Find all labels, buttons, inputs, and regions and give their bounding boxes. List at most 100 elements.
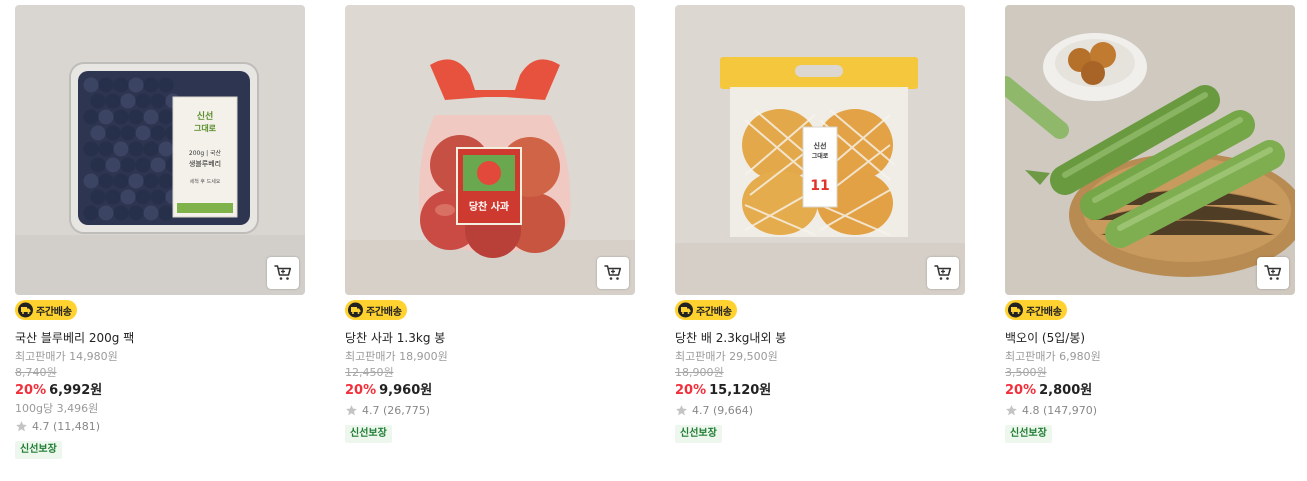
add-to-cart-button[interactable]	[597, 257, 629, 289]
blueberry	[143, 205, 159, 221]
weekly-delivery-badge: 주간배송	[345, 300, 407, 320]
add-to-cart-button[interactable]	[267, 257, 299, 289]
blueberry	[135, 93, 151, 109]
rating-text: 4.7 (26,775)	[362, 404, 431, 417]
blueberry	[150, 93, 166, 109]
badge-label: 주간배송	[366, 306, 402, 318]
discount-rate: 20%	[675, 383, 707, 398]
add-to-cart-button[interactable]	[927, 257, 959, 289]
star-icon	[1006, 405, 1017, 416]
package-label: 200g | 국산	[189, 149, 222, 157]
discount-rate: 20%	[15, 383, 47, 398]
badge-label: 주간배송	[1026, 306, 1062, 318]
product-name[interactable]: 백오이 (5입/봉)	[1005, 330, 1295, 346]
fresh-guarantee-tag: 신선보장	[1005, 425, 1052, 443]
product-card[interactable]: 당찬 사과 주간배송 당찬 사과 1.3kg 봉 최고판매가 18,900원 1…	[345, 5, 635, 443]
delivery-truck-icon	[678, 302, 693, 318]
sale-price: 6,992원	[49, 383, 103, 398]
product-grid: 신선 그대로 200g | 국산 생블루베리 세척 후 드세요 주간배송 국산 …	[15, 5, 1295, 475]
blueberry	[90, 157, 106, 173]
blueberry	[158, 173, 174, 189]
cart-icon	[934, 265, 952, 280]
blueberry	[90, 125, 106, 141]
blueberry	[158, 77, 174, 93]
blueberry	[143, 173, 159, 189]
package-label: 당찬 사과	[469, 200, 510, 213]
package-label: 11	[810, 178, 829, 194]
star-icon	[676, 405, 687, 416]
unit-price: 100g당 3,496원	[15, 402, 99, 415]
blueberry	[105, 93, 121, 109]
product-name[interactable]: 당찬 배 2.3kg내외 봉	[675, 330, 965, 346]
weekly-delivery-badge: 주간배송	[1005, 300, 1067, 320]
blueberry	[83, 141, 99, 157]
add-to-cart-button[interactable]	[1257, 257, 1289, 289]
blueberry	[135, 157, 151, 173]
rating: 4.8 (147,970)	[1005, 403, 1295, 418]
package-label: 신선	[197, 110, 214, 122]
blueberry	[113, 141, 129, 157]
price-row: 20% 2,800원	[1005, 382, 1295, 400]
strike-price: 8,740원	[15, 366, 57, 379]
product-card[interactable]: 주간배송 백오이 (5입/봉) 최고판매가 6,980원 3,500원 20% 2…	[1005, 5, 1295, 443]
product-card[interactable]: 신선 그대로 11 주간배송 당찬 배 2.3kg내외 봉 최고판매가 29,5…	[675, 5, 965, 443]
product-image[interactable]	[1005, 5, 1295, 295]
fresh-guarantee-tag: 신선보장	[675, 425, 722, 443]
blueberry	[98, 205, 114, 221]
strike-price: 3,500원	[1005, 366, 1047, 379]
delivery-truck-icon	[18, 302, 33, 318]
blueberry	[128, 141, 144, 157]
blueberry	[83, 173, 99, 189]
product-card[interactable]: 신선 그대로 200g | 국산 생블루베리 세척 후 드세요 주간배송 국산 …	[15, 5, 305, 459]
blueberry	[135, 189, 151, 205]
weekly-delivery-badge: 주간배송	[15, 300, 77, 320]
blueberry	[113, 173, 129, 189]
blueberry	[135, 125, 151, 141]
package-label: 생블루베리	[189, 159, 221, 168]
package-label: 세척 후 드세요	[190, 178, 221, 185]
star-icon	[16, 421, 27, 432]
badge-label: 주간배송	[696, 306, 732, 318]
delivery-truck-icon	[348, 302, 363, 318]
blueberry	[90, 189, 106, 205]
product-image[interactable]: 신선 그대로 200g | 국산 생블루베리 세척 후 드세요	[15, 5, 305, 295]
blueberry	[128, 205, 144, 221]
price-row: 20% 15,120원	[675, 382, 965, 400]
product-photo: 당찬 사과	[345, 5, 635, 295]
strike-price: 12,450원	[345, 366, 394, 379]
blueberry	[128, 77, 144, 93]
blueberry	[113, 109, 129, 125]
discount-rate: 20%	[345, 383, 377, 398]
weekly-delivery-badge: 주간배송	[675, 300, 737, 320]
blueberry	[98, 141, 114, 157]
product-photo: 신선 그대로 11	[675, 5, 965, 295]
cart-icon	[1264, 265, 1282, 280]
original-price: 최고판매가 29,500원	[675, 350, 778, 363]
sale-price: 15,120원	[709, 383, 772, 398]
original-price: 최고판매가 6,980원	[1005, 350, 1101, 363]
blueberry	[120, 93, 136, 109]
blueberry	[128, 109, 144, 125]
blueberry	[98, 77, 114, 93]
rating-text: 4.8 (147,970)	[1022, 404, 1098, 417]
blueberry	[150, 157, 166, 173]
blueberry	[105, 189, 121, 205]
product-image[interactable]: 당찬 사과	[345, 5, 635, 295]
price-row: 20% 6,992원	[15, 382, 305, 400]
product-name[interactable]: 당찬 사과 1.3kg 봉	[345, 330, 635, 346]
blueberry	[158, 141, 174, 157]
blueberry	[113, 205, 129, 221]
package-label: 신선	[814, 141, 827, 150]
original-price: 최고판매가 18,900원	[345, 350, 448, 363]
star-icon	[346, 405, 357, 416]
rating: 4.7 (11,481)	[15, 419, 305, 434]
discount-rate: 20%	[1005, 383, 1037, 398]
rating: 4.7 (9,664)	[675, 403, 965, 418]
product-image[interactable]: 신선 그대로 11	[675, 5, 965, 295]
fresh-guarantee-tag: 신선보장	[15, 441, 62, 459]
cart-icon	[274, 265, 292, 280]
product-name[interactable]: 국산 블루베리 200g 팩	[15, 330, 305, 346]
blueberry	[105, 125, 121, 141]
blueberry	[143, 77, 159, 93]
blueberry	[113, 77, 129, 93]
